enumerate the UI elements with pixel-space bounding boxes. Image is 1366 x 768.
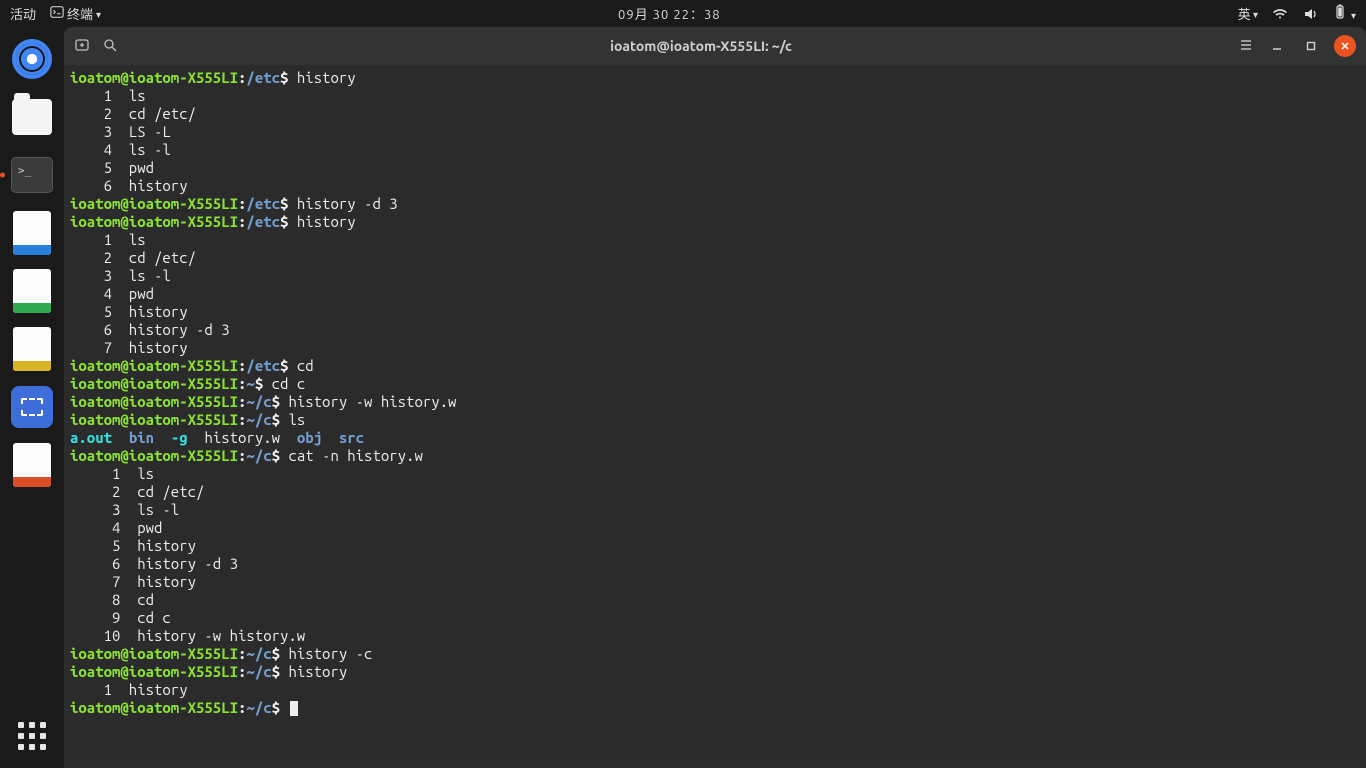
- app-menu[interactable]: 终端: [50, 4, 101, 23]
- dock-writer[interactable]: [8, 209, 56, 257]
- dock-screenshot[interactable]: [8, 383, 56, 431]
- terminal-output[interactable]: ioatom@ioatom-X555LI:/etc$ history 1 ls …: [64, 65, 1366, 768]
- app-menu-label: 终端: [67, 8, 93, 22]
- window-titlebar: ioatom@ioatom-X555LI: ~/c: [64, 27, 1366, 65]
- wifi-icon[interactable]: [1272, 6, 1288, 22]
- terminal-window: ioatom@ioatom-X555LI: ~/c ioatom@ioatom-…: [64, 27, 1366, 768]
- dock-calc[interactable]: [8, 267, 56, 315]
- minimize-button[interactable]: [1266, 35, 1288, 57]
- dock-impress[interactable]: [8, 441, 56, 489]
- ime-indicator[interactable]: 英: [1238, 4, 1258, 23]
- maximize-button[interactable]: [1300, 35, 1322, 57]
- menu-button[interactable]: [1238, 37, 1254, 56]
- dock-terminal[interactable]: >_: [8, 151, 56, 199]
- window-title: ioatom@ioatom-X555LI: ~/c: [164, 38, 1238, 54]
- battery-icon: [1332, 4, 1348, 20]
- new-tab-button[interactable]: [74, 37, 90, 56]
- clock[interactable]: 09月 30 22：38: [101, 4, 1238, 23]
- show-applications[interactable]: [8, 712, 56, 760]
- dock-chromium[interactable]: [8, 35, 56, 83]
- dock-files[interactable]: [8, 93, 56, 141]
- dock-draw[interactable]: [8, 325, 56, 373]
- activities-button[interactable]: 活动: [10, 4, 36, 23]
- search-icon[interactable]: [102, 37, 118, 56]
- battery-indicator[interactable]: [1332, 4, 1356, 23]
- close-button[interactable]: [1334, 35, 1356, 57]
- volume-icon[interactable]: [1302, 6, 1318, 22]
- dock: >_: [0, 27, 64, 768]
- terminal-icon: [50, 5, 64, 19]
- gnome-topbar: 活动 终端 09月 30 22：38 英: [0, 0, 1366, 27]
